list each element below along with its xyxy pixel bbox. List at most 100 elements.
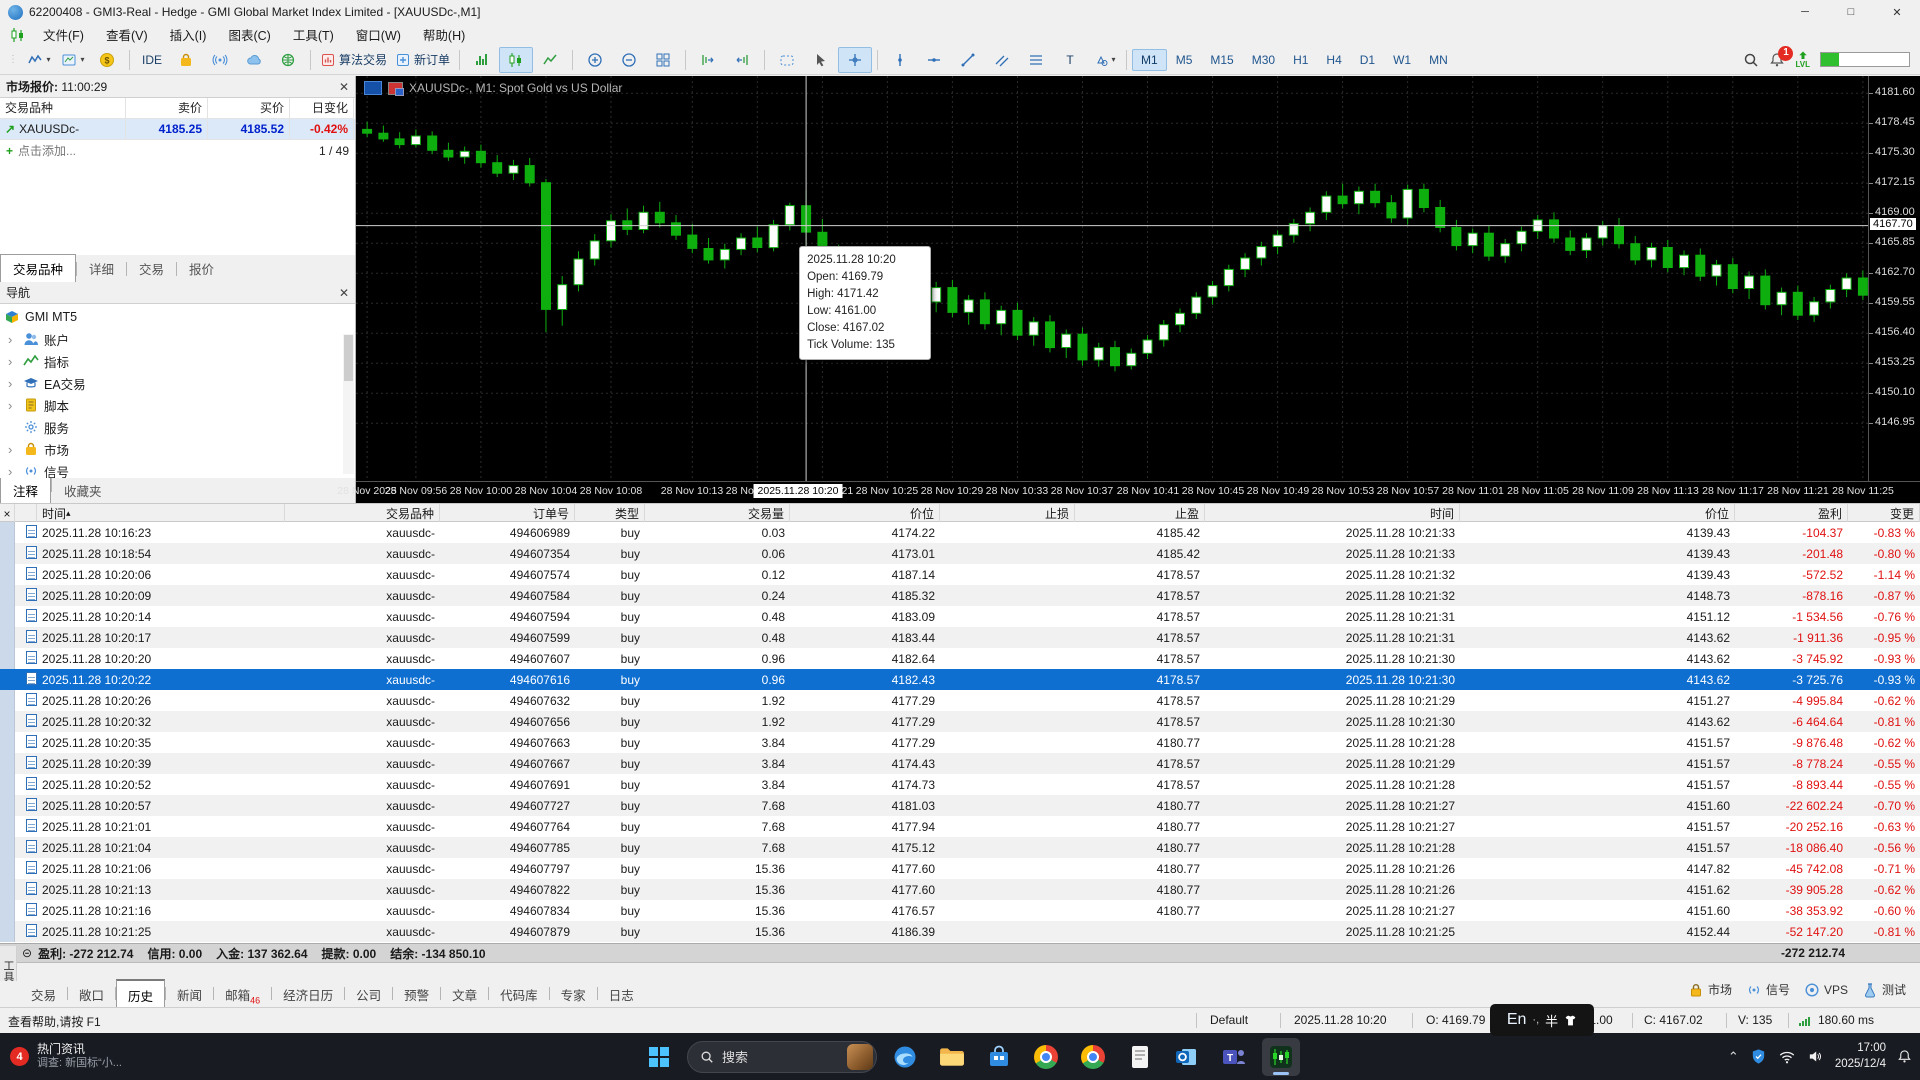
col-symbol[interactable]: 交易品种 xyxy=(0,98,126,119)
navigator-close-icon[interactable]: ✕ xyxy=(339,286,349,300)
cursor-button[interactable] xyxy=(804,47,838,73)
vertical-line-tool-button[interactable] xyxy=(883,47,917,73)
market-store-button[interactable] xyxy=(169,47,203,73)
history-row[interactable]: 2025.11.28 10:18:54xauusdc-494607354buy0… xyxy=(0,543,1920,564)
defender-shield-icon[interactable] xyxy=(1750,1048,1767,1065)
tray-chevron-icon[interactable]: ⌃ xyxy=(1728,1049,1739,1065)
history-row[interactable]: 2025.11.28 10:21:16xauusdc-494607834buy1… xyxy=(0,900,1920,921)
profile-name[interactable]: Default xyxy=(1210,1013,1248,1027)
ime-indicator[interactable]: En ·, 半 xyxy=(1490,1004,1594,1036)
nav-item-脚本[interactable]: ›脚本 xyxy=(0,394,355,416)
signals-service-button[interactable] xyxy=(203,47,237,73)
bars-mode-button[interactable] xyxy=(465,47,499,73)
menu-工具[interactable]: 工具(T) xyxy=(282,23,345,46)
speaker-icon[interactable] xyxy=(1807,1048,1824,1065)
menu-插入[interactable]: 插入(I) xyxy=(159,23,218,46)
history-col-4-交易量[interactable]: 交易量 xyxy=(645,504,790,523)
history-row[interactable]: 2025.11.28 10:20:20xauusdc-494607607buy0… xyxy=(0,648,1920,669)
history-row[interactable]: 2025.11.28 10:20:22xauusdc-494607616buy0… xyxy=(0,669,1920,690)
new-order-button[interactable]: 新订单 xyxy=(391,47,454,73)
toolbox-tab-新闻[interactable]: 新闻 xyxy=(166,981,213,1008)
chart-style-button[interactable]: ▾ xyxy=(22,47,56,73)
history-col-0-时间[interactable]: 时间 ▴ xyxy=(37,504,285,523)
news-widget[interactable]: 4 热门资讯 调查: 新国标“小... xyxy=(0,1042,240,1071)
toolbox-tab-专家[interactable]: 专家 xyxy=(550,981,597,1008)
toolbox-tab-历史[interactable]: 历史 xyxy=(116,979,165,1009)
ide-button[interactable]: IDE xyxy=(135,47,169,73)
history-row[interactable]: 2025.11.28 10:21:13xauusdc-494607822buy1… xyxy=(0,879,1920,900)
minimize-button[interactable]: ─ xyxy=(1782,0,1828,24)
start-button[interactable] xyxy=(640,1038,678,1076)
time-axis[interactable]: 28 Nov 202528 Nov 09:5628 Nov 10:0028 No… xyxy=(356,481,1920,504)
timeframe-M5[interactable]: M5 xyxy=(1167,49,1202,71)
market-watch-close-icon[interactable]: ✕ xyxy=(339,80,349,94)
collapse-icon[interactable]: ⊝ xyxy=(22,946,32,960)
tab-报价[interactable]: 报价 xyxy=(177,255,226,282)
taskbar-app-chrome[interactable] xyxy=(1027,1038,1065,1076)
history-row[interactable]: 2025.11.28 10:20:26xauusdc-494607632buy1… xyxy=(0,690,1920,711)
toolbox-tab-日志[interactable]: 日志 xyxy=(598,981,645,1008)
notification-bell-icon[interactable] xyxy=(1897,1049,1912,1064)
timeframe-W1[interactable]: W1 xyxy=(1384,49,1420,71)
chart-window-icon[interactable] xyxy=(388,82,403,95)
expand-chevron-icon[interactable]: › xyxy=(8,376,18,391)
navigator-scrollbar[interactable] xyxy=(343,334,354,474)
toolbox-tab-敞口[interactable]: 敞口 xyxy=(68,981,115,1008)
crosshair-button[interactable] xyxy=(838,47,872,73)
notifications-bell-icon[interactable]: 1 xyxy=(1769,52,1785,68)
search-icon[interactable] xyxy=(1743,52,1759,68)
chart-profiles-button[interactable]: ▾ xyxy=(56,47,90,73)
history-row[interactable]: 2025.11.28 10:20:39xauusdc-494607667buy3… xyxy=(0,753,1920,774)
tray-clock[interactable]: 17:00 2025/12/4 xyxy=(1835,1041,1886,1072)
taskbar-app-outlook[interactable] xyxy=(1168,1038,1206,1076)
deposit-button[interactable]: $ xyxy=(90,47,124,73)
candlestick-plot[interactable] xyxy=(356,76,1868,481)
market-watch-row[interactable]: ↗XAUUSDc- 4185.25 4185.52 -0.42% xyxy=(0,119,355,140)
candles-mode-button[interactable] xyxy=(499,47,533,73)
tab-交易[interactable]: 交易 xyxy=(127,255,176,282)
chart-area[interactable]: XAUUSDc-, M1: Spot Gold vs US Dollar 418… xyxy=(356,76,1920,503)
wifi-icon[interactable] xyxy=(1778,1048,1796,1066)
history-row[interactable]: 2025.11.28 10:20:06xauusdc-494607574buy0… xyxy=(0,564,1920,585)
menu-窗口[interactable]: 窗口(W) xyxy=(345,23,412,46)
history-row[interactable]: 2025.11.28 10:20:57xauusdc-494607727buy7… xyxy=(0,795,1920,816)
expand-chevron-icon[interactable]: › xyxy=(8,354,18,369)
expand-chevron-icon[interactable]: › xyxy=(8,464,18,479)
rect-select-button[interactable] xyxy=(770,47,804,73)
trendline-tool-button[interactable] xyxy=(951,47,985,73)
price-axis[interactable]: 4181.604178.454175.304172.154169.004165.… xyxy=(1868,76,1920,481)
timeframe-D1[interactable]: D1 xyxy=(1351,49,1384,71)
tile-windows-button[interactable] xyxy=(646,47,680,73)
history-row[interactable]: 2025.11.28 10:20:35xauusdc-494607663buy3… xyxy=(0,732,1920,753)
taskbar-app-teams[interactable]: T xyxy=(1215,1038,1253,1076)
taskbar-app-mt5[interactable] xyxy=(1262,1038,1300,1076)
history-row[interactable]: 2025.11.28 10:20:17xauusdc-494607599buy0… xyxy=(0,627,1920,648)
auto-scroll-button[interactable] xyxy=(725,47,759,73)
menu-图表[interactable]: 图表(C) xyxy=(217,23,281,46)
community-button[interactable] xyxy=(271,47,305,73)
nav-item-账户[interactable]: ›账户 xyxy=(0,328,355,350)
history-row[interactable]: 2025.11.28 10:20:14xauusdc-494607594buy0… xyxy=(0,606,1920,627)
menu-查看[interactable]: 查看(V) xyxy=(95,23,159,46)
cloud-button[interactable] xyxy=(237,47,271,73)
timeframe-MN[interactable]: MN xyxy=(1420,49,1457,71)
nav-item-EA交易[interactable]: ›EA交易 xyxy=(0,372,355,394)
history-col-5-价位[interactable]: 价位 xyxy=(790,504,940,523)
market-watch-add-row[interactable]: + 点击添加... 1 / 49 xyxy=(0,140,355,161)
navtab-收藏夹[interactable]: 收藏夹 xyxy=(52,478,114,503)
toolbox-tab-交易[interactable]: 交易 xyxy=(20,981,67,1008)
history-row[interactable]: 2025.11.28 10:20:09xauusdc-494607584buy0… xyxy=(0,585,1920,606)
history-row[interactable]: 2025.11.28 10:21:25xauusdc-494607879buy1… xyxy=(0,921,1920,942)
zoom-in-button[interactable] xyxy=(578,47,612,73)
history-col-2-订单号[interactable]: 订单号 xyxy=(440,504,575,523)
nav-item-GMI MT5[interactable]: GMI MT5 xyxy=(0,306,355,328)
nav-item-信号[interactable]: ›信号 xyxy=(0,460,355,479)
maximize-button[interactable]: □ xyxy=(1828,0,1874,24)
toolbox-tab-公司[interactable]: 公司 xyxy=(345,981,392,1008)
toolbox-tab-经济日历[interactable]: 经济日历 xyxy=(272,981,344,1008)
history-col-10-盈利[interactable]: 盈利 xyxy=(1735,504,1848,523)
taskbar-search[interactable]: 搜索 xyxy=(687,1041,877,1073)
timeframe-M30[interactable]: M30 xyxy=(1243,49,1284,71)
history-row[interactable]: 2025.11.28 10:21:04xauusdc-494607785buy7… xyxy=(0,837,1920,858)
toolbox-tab-预警[interactable]: 预警 xyxy=(393,981,440,1008)
